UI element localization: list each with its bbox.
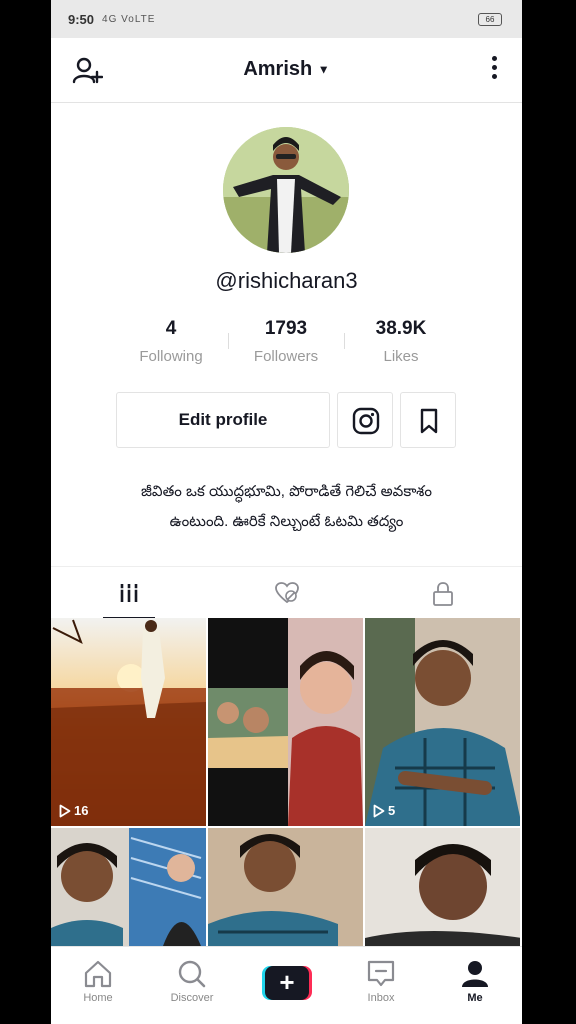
plus-icon: + — [265, 966, 309, 1000]
nav-label: Inbox — [367, 992, 395, 1004]
bottom-nav: Home Discover + Inbox Me — [51, 946, 522, 1024]
content-tabs — [51, 566, 522, 619]
stat-label: Following — [139, 348, 203, 365]
status-time: 9:50 — [68, 11, 95, 27]
video-thumbnail[interactable]: 16 — [51, 618, 206, 826]
avatar-photo — [223, 127, 349, 253]
account-switcher[interactable]: Amrish ▼ — [51, 58, 522, 81]
phone-screen: 9:50 4G VoLTE 66 Amrish ▼ @rishicharan3 … — [51, 0, 522, 1024]
stat-value: 1793 — [264, 318, 308, 339]
home-icon — [84, 960, 112, 988]
more-dot-icon — [491, 56, 497, 61]
profile-bio: జీవితం ఒక యుద్ధభూమి, పోరాడితే గెలిచే అవక… — [91, 477, 482, 537]
avatar[interactable] — [223, 127, 349, 253]
video-thumbnail-image — [51, 618, 206, 826]
status-bar: 9:50 4G VoLTE 66 — [51, 0, 522, 38]
video-thumbnail[interactable]: 5 — [365, 618, 520, 826]
video-thumbnail-image — [208, 828, 363, 946]
video-thumbnail-image — [365, 618, 520, 826]
instagram-icon — [352, 407, 380, 435]
lock-icon — [433, 582, 453, 606]
video-thumbnail[interactable] — [51, 828, 206, 946]
nav-label: Discover — [170, 992, 214, 1004]
video-thumbnail[interactable] — [208, 618, 363, 826]
stat-divider — [344, 333, 345, 349]
stat-followers[interactable]: 1793 Followers — [231, 318, 341, 365]
stat-divider — [228, 333, 229, 349]
stat-likes[interactable]: 38.9K Likes — [346, 318, 456, 365]
nav-home[interactable]: Home — [51, 947, 145, 1024]
stat-value: 38.9K — [375, 318, 427, 339]
inbox-icon — [367, 960, 395, 987]
search-icon — [178, 960, 206, 988]
battery-icon: 66 — [478, 13, 502, 26]
nav-inbox[interactable]: Inbox — [334, 947, 428, 1024]
play-icon — [59, 804, 71, 817]
tab-private[interactable] — [365, 567, 522, 619]
profile-icon — [462, 961, 488, 987]
edit-profile-button[interactable]: Edit profile — [116, 392, 330, 448]
tab-liked[interactable] — [208, 567, 365, 619]
profile-username: @rishicharan3 — [215, 268, 358, 293]
nav-label: Me — [467, 992, 483, 1004]
signal-icon: 4G VoLTE — [102, 13, 156, 25]
video-thumbnail-image — [208, 618, 363, 826]
bookmark-icon — [420, 408, 438, 434]
view-count-value: 5 — [388, 803, 396, 818]
view-count: 16 — [59, 803, 88, 818]
video-thumbnail[interactable] — [208, 828, 363, 946]
stat-value: 4 — [165, 318, 177, 339]
video-thumbnail-image — [365, 828, 520, 946]
view-count-value: 16 — [74, 803, 89, 818]
video-thumbnail-image — [51, 828, 206, 946]
more-options-button[interactable] — [490, 56, 498, 84]
view-count: 5 — [373, 803, 395, 818]
bio-line: ఉంటుంది. ఊరికే నిల్చుంటే ఓటమి తద్యం — [169, 513, 404, 530]
stat-label: Likes — [383, 348, 419, 365]
video-thumbnail[interactable] — [365, 828, 520, 946]
nav-discover[interactable]: Discover — [145, 947, 239, 1024]
tab-videos[interactable] — [51, 567, 208, 619]
create-video-button[interactable]: + — [262, 966, 312, 1000]
favorites-button[interactable] — [400, 392, 456, 448]
stat-following[interactable]: 4 Following — [116, 318, 226, 365]
nav-me[interactable]: Me — [428, 947, 522, 1024]
bio-line: జీవితం ఒక యుద్ధభూమి, పోరాడితే గెలిచే అవక… — [140, 483, 433, 500]
instagram-button[interactable] — [337, 392, 393, 448]
grid-icon — [120, 584, 138, 602]
play-icon — [373, 804, 385, 817]
profile-header: Amrish ▼ — [51, 38, 522, 103]
profile-stats: 4 Following 1793 Followers 38.9K Likes — [51, 318, 522, 368]
account-name: Amrish — [243, 58, 313, 80]
caret-down-icon: ▼ — [317, 62, 330, 77]
nav-label: Home — [83, 992, 113, 1004]
liked-hidden-icon — [275, 582, 299, 604]
stat-label: Followers — [253, 348, 319, 365]
